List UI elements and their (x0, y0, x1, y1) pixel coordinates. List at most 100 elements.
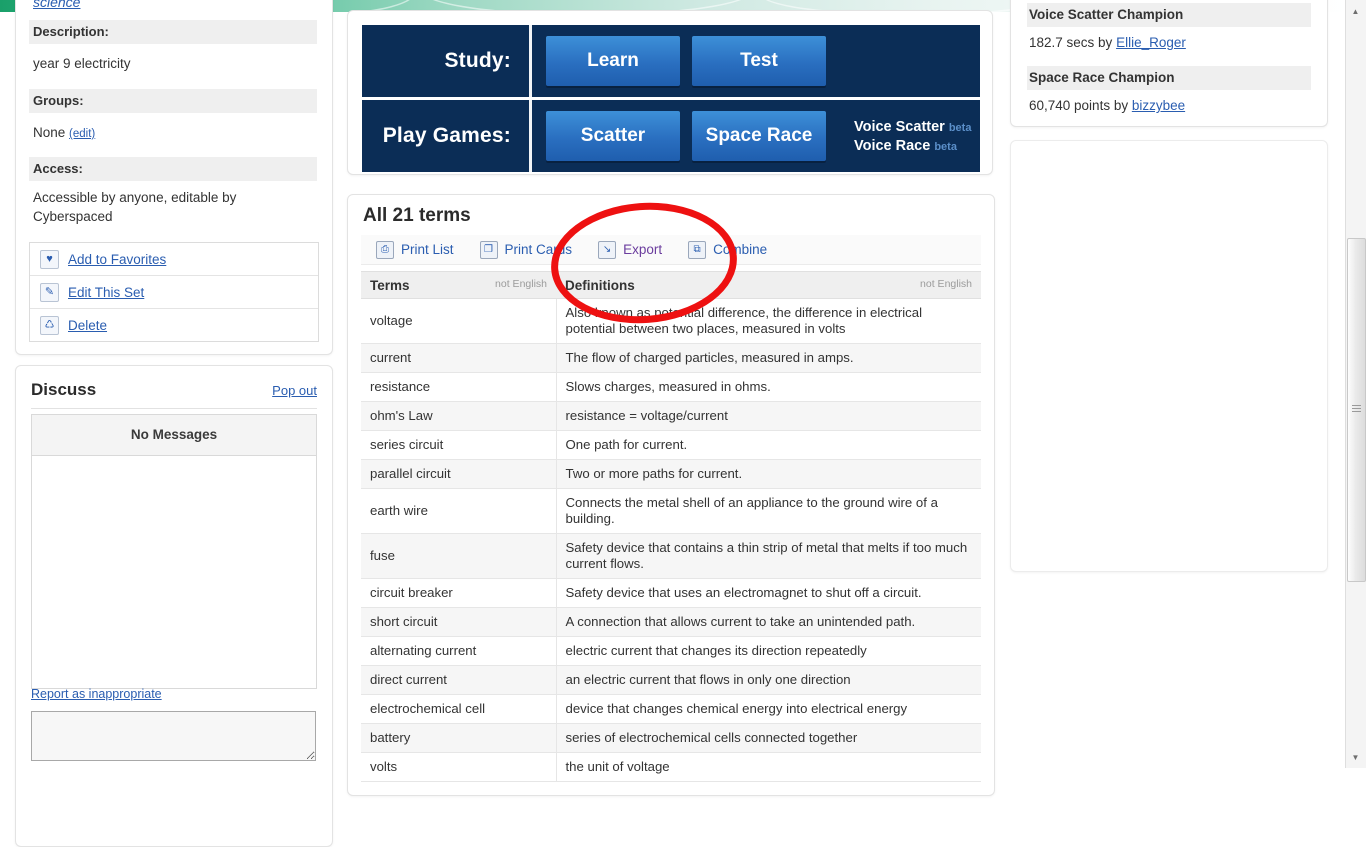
term-cell: alternating current (361, 636, 557, 666)
play-games-row-actions: Scatter Space Race Voice Scatter beta Voi… (532, 100, 980, 172)
messages-box: No Messages (31, 414, 317, 689)
table-row: current The flow of charged particles, me… (361, 343, 981, 373)
description-heading: Description: (29, 20, 317, 44)
voice-scatter-champion-user-link[interactable]: Ellie_Roger (1116, 35, 1186, 50)
voice-race-link[interactable]: Voice Race beta (854, 138, 971, 154)
table-row: parallel circuit Two or more paths for cu… (361, 459, 981, 489)
printer-icon: ⎙ (376, 240, 394, 259)
term-cell: electrochemical cell (361, 694, 557, 724)
terms-table-body: voltage Also known as potential differenc… (361, 298, 981, 782)
definitions-column-header[interactable]: Definitions not English (556, 271, 981, 299)
play-games-row: Play Games: Scatter Space Race Voice Sca… (362, 100, 980, 172)
champions-panel: Voice Scatter Champion 182.7 secs by Ell… (1010, 0, 1328, 127)
voice-scatter-label: Voice Scatter (854, 118, 945, 135)
terms-toolbar: ⎙ Print List ❐ Print Cards ↘ Export ⧉ Co… (361, 235, 981, 265)
definition-cell: A connection that allows current to take… (556, 607, 981, 637)
terms-table-header-row: Terms not English Definitions not Englis… (361, 271, 981, 299)
table-row: earth wire Connects the metal shell of an… (361, 488, 981, 534)
add-to-favorites-button[interactable]: ♥ Add to Favorites (30, 243, 318, 276)
definition-cell: Safety device that uses an electromagnet… (556, 578, 981, 608)
study-row-actions: Learn Test (532, 25, 980, 97)
delete-set-button[interactable]: ♺ Delete (30, 309, 318, 341)
terms-count-title: All 21 terms (363, 205, 471, 226)
terms-column-header[interactable]: Terms not English (361, 271, 556, 299)
combine-icon: ⧉ (688, 240, 707, 259)
discuss-message-input[interactable] (31, 711, 316, 761)
pencil-icon: ✎ (40, 282, 59, 302)
voice-scatter-link[interactable]: Voice Scatter beta (854, 119, 971, 135)
scrollbar-grip-icon (1352, 405, 1361, 415)
definition-cell: an electric current that flows in only o… (556, 665, 981, 695)
terms-column-language-note[interactable]: not English (495, 278, 547, 290)
table-row: resistance Slows charges, measured in ohm… (361, 372, 981, 402)
definition-cell: One path for current. (556, 430, 981, 460)
right-sidebar-empty-panel (1010, 140, 1328, 572)
study-options-panel: Study: Learn Test Play Games: Scatter Sp… (347, 10, 993, 175)
trash-icon: ♺ (40, 315, 59, 335)
heart-icon: ♥ (40, 249, 59, 269)
scroll-up-arrow-icon[interactable]: ▲ (1346, 2, 1365, 20)
study-row: Study: Learn Test (362, 25, 980, 97)
definition-cell: Connects the metal shell of an appliance… (556, 488, 981, 534)
study-row-label: Study: (362, 25, 532, 97)
definition-cell: Safety device that contains a thin strip… (556, 533, 981, 579)
space-race-button[interactable]: Space Race (692, 111, 826, 161)
description-value: year 9 electricity (33, 56, 131, 71)
set-info-panel: science Description: year 9 electricity … (15, 0, 333, 355)
print-list-button[interactable]: ⎙ Print List (376, 240, 454, 259)
groups-value: None (edit) (33, 123, 95, 144)
terms-table: Terms not English Definitions not Englis… (361, 271, 981, 782)
table-row: circuit breaker Safety device that uses a… (361, 578, 981, 608)
export-icon: ↘ (598, 240, 617, 259)
term-cell: parallel circuit (361, 459, 557, 489)
table-row: volts the unit of voltage (361, 752, 981, 782)
category-link[interactable]: science (33, 0, 80, 10)
table-row: ohm's Law resistance = voltage/current (361, 401, 981, 431)
pop-out-link[interactable]: Pop out (272, 383, 317, 398)
learn-button[interactable]: Learn (546, 36, 680, 86)
print-cards-button[interactable]: ❐ Print Cards (479, 240, 572, 259)
voice-race-beta-tag: beta (934, 140, 957, 153)
add-to-favorites-label: Add to Favorites (68, 251, 167, 267)
space-race-champion-heading: Space Race Champion (1027, 66, 1311, 90)
combine-label: Combine (713, 242, 768, 257)
edit-this-set-button[interactable]: ✎ Edit This Set (30, 276, 318, 309)
study-grid: Study: Learn Test Play Games: Scatter Sp… (362, 25, 980, 172)
test-button[interactable]: Test (692, 36, 826, 86)
voice-race-label: Voice Race (854, 137, 931, 154)
term-cell: voltage (361, 298, 557, 344)
term-cell: fuse (361, 533, 557, 579)
term-cell: volts (361, 752, 557, 782)
no-messages-label: No Messages (32, 415, 316, 456)
term-cell: circuit breaker (361, 578, 557, 608)
definitions-column-label: Definitions (565, 277, 635, 293)
terms-column-label: Terms (370, 277, 410, 293)
table-row: alternating current electric current that… (361, 636, 981, 666)
space-race-champion-user-link[interactable]: bizzybee (1132, 98, 1185, 113)
table-row: series circuit One path for current. (361, 430, 981, 460)
access-value: Accessible by anyone, editable by Cybers… (33, 190, 237, 224)
report-as-inappropriate-link[interactable]: Report as inappropriate (31, 687, 162, 701)
table-row: voltage Also known as potential differenc… (361, 298, 981, 344)
definition-cell: the unit of voltage (556, 752, 981, 782)
scroll-down-arrow-icon[interactable]: ▼ (1346, 748, 1365, 766)
play-games-row-label: Play Games: (362, 100, 532, 172)
definitions-column-language-note[interactable]: not English (920, 278, 972, 290)
export-button[interactable]: ↘ Export (598, 240, 662, 259)
discuss-divider (31, 408, 317, 409)
groups-edit-link[interactable]: (edit) (69, 128, 95, 140)
definition-cell: Also known as potential difference, the … (556, 298, 981, 344)
page-scrollbar[interactable]: ▲ ▼ (1345, 0, 1366, 768)
space-race-champion-value: 60,740 points by bizzybee (1029, 98, 1185, 113)
scrollbar-thumb[interactable] (1347, 238, 1366, 582)
term-cell: ohm's Law (361, 401, 557, 431)
voice-games-list: Voice Scatter beta Voice Race beta (854, 119, 971, 154)
definition-cell: Slows charges, measured in ohms. (556, 372, 981, 402)
scatter-button[interactable]: Scatter (546, 111, 680, 161)
space-race-champion-score: 60,740 points by (1029, 98, 1132, 113)
combine-button[interactable]: ⧉ Combine (688, 240, 768, 259)
discuss-panel: Discuss Pop out No Messages Report as in… (15, 365, 333, 847)
term-cell: current (361, 343, 557, 373)
term-cell: earth wire (361, 488, 557, 534)
delete-label: Delete (68, 317, 108, 333)
